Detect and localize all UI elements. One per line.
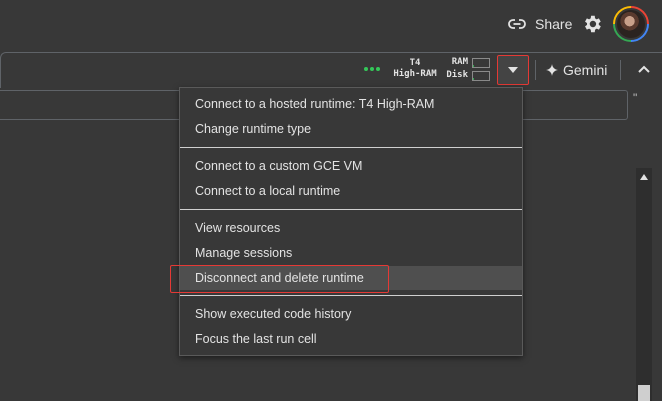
menu-item-connect-local[interactable]: Connect to a local runtime: [180, 179, 522, 203]
share-label: Share: [535, 16, 573, 32]
caret-down-icon: [508, 67, 518, 73]
gpu-type: T4: [409, 58, 421, 68]
toolbar-divider: [535, 60, 536, 80]
runtime-dropdown-button[interactable]: [497, 55, 529, 85]
menu-item-manage-sessions[interactable]: Manage sessions: [180, 241, 522, 265]
gemini-label: Gemini: [563, 62, 608, 78]
menu-item-disconnect-delete[interactable]: Disconnect and delete runtime: [180, 266, 522, 290]
disk-meter: [472, 70, 490, 81]
resource-meters[interactable]: RAM Disk: [446, 56, 490, 82]
share-button[interactable]: Share: [508, 14, 572, 34]
ram-label: RAM: [451, 57, 468, 67]
menu-item-focus-last-run[interactable]: Focus the last run cell: [180, 327, 522, 351]
gemini-button[interactable]: Gemini: [546, 61, 607, 79]
menu-divider: [180, 209, 522, 210]
disk-label: Disk: [446, 70, 468, 80]
avatar-photo: [615, 8, 647, 40]
scroll-up-icon[interactable]: [640, 173, 648, 181]
link-icon: [508, 19, 526, 29]
menu-item-view-resources[interactable]: View resources: [180, 216, 522, 240]
menu-item-connect-gce-vm[interactable]: Connect to a custom GCE VM: [180, 154, 522, 178]
menu-item-connect-hosted[interactable]: Connect to a hosted runtime: T4 High-RAM: [180, 92, 522, 116]
chevron-up-icon[interactable]: [636, 62, 652, 78]
ram-type: High-RAM: [393, 69, 437, 79]
menu-divider: [180, 147, 522, 148]
runtime-type-label[interactable]: T4 High-RAM: [392, 58, 438, 80]
cell-trailing-text: ": [633, 91, 638, 105]
sparkle-icon: [546, 64, 558, 76]
scrollbar[interactable]: [636, 168, 652, 401]
avatar[interactable]: [613, 6, 649, 42]
runtime-menu: Connect to a hosted runtime: T4 High-RAM…: [179, 87, 523, 356]
ram-meter: [472, 57, 490, 68]
toolbar-divider: [620, 60, 621, 80]
menu-item-change-runtime-type[interactable]: Change runtime type: [180, 117, 522, 141]
scrollbar-thumb[interactable]: [638, 385, 650, 401]
menu-divider: [180, 295, 522, 296]
gear-icon[interactable]: [581, 13, 603, 35]
menu-item-show-code-history[interactable]: Show executed code history: [180, 302, 522, 326]
connected-status-icon: [364, 67, 380, 71]
